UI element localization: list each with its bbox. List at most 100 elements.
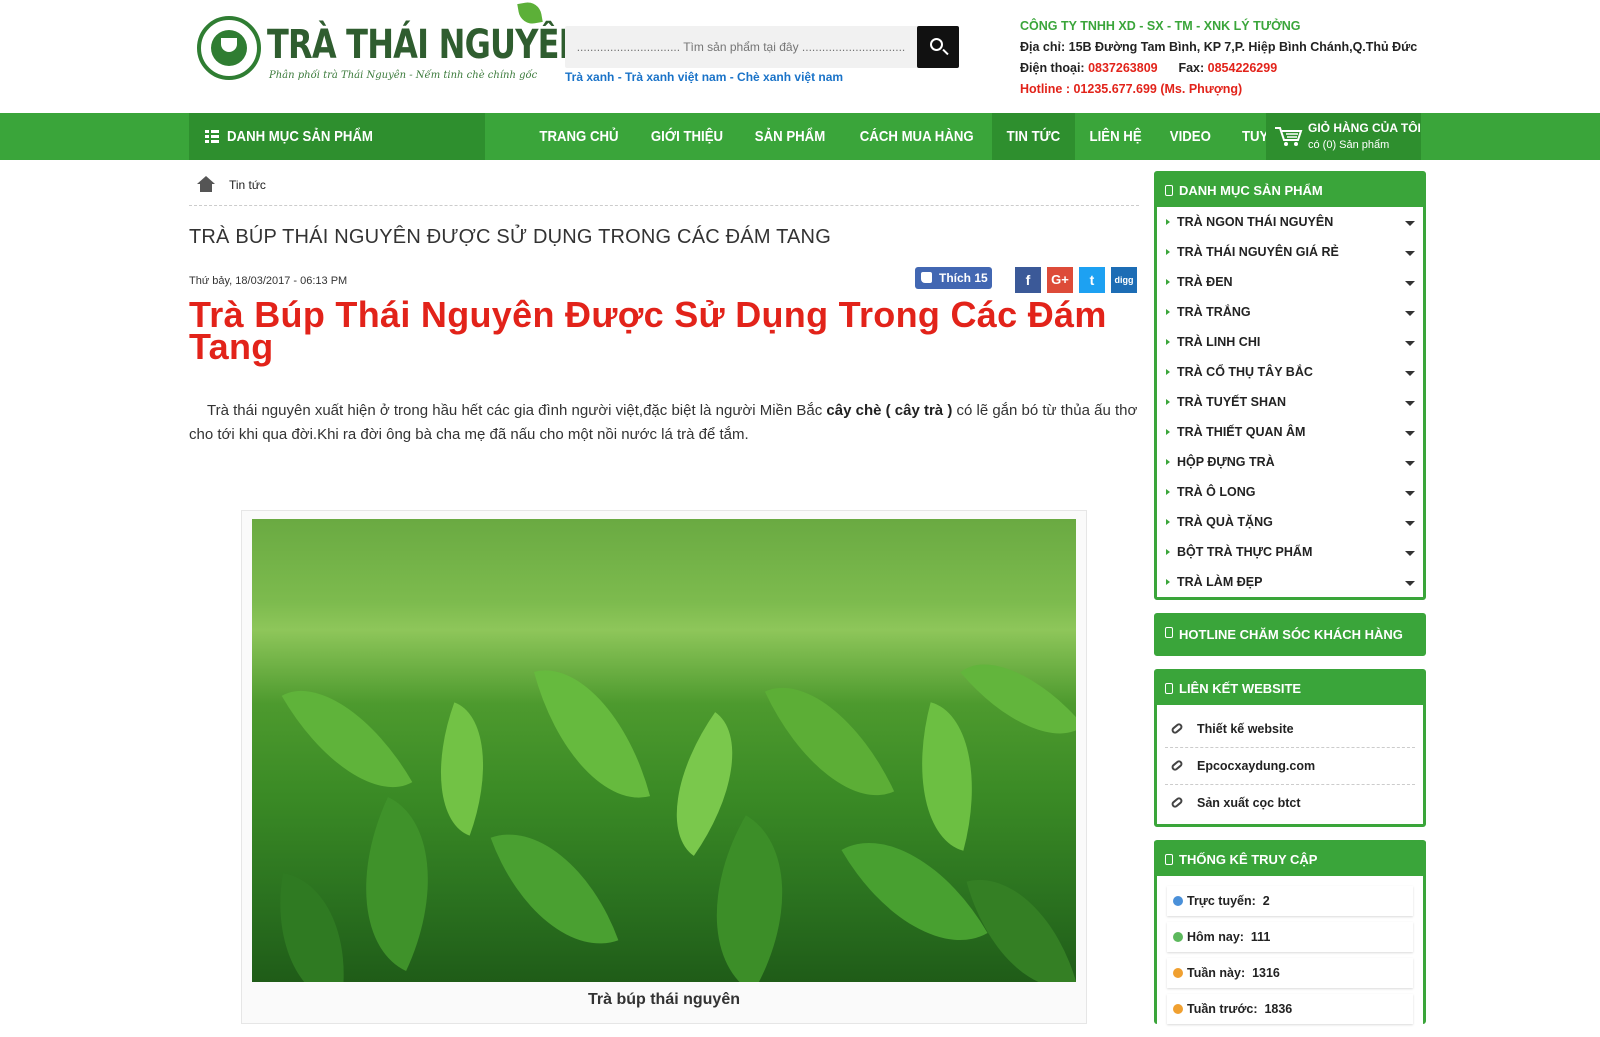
category-item[interactable]: HỘP ĐỰNG TRÀ (1157, 447, 1423, 477)
categories-title: DANH MỤC SẢN PHẨM (1157, 174, 1423, 207)
link-icon (1170, 795, 1184, 810)
nav-menu: TRANG CHỦ GIỚI THIỆU SẢN PHẨM CÁCH MUA H… (523, 113, 1346, 160)
nav-item-how-to-buy[interactable]: CÁCH MUA HÀNG (841, 113, 992, 160)
category-menu-button[interactable]: DANH MỤC SẢN PHẨM (189, 113, 485, 160)
chevron-down-icon[interactable] (1405, 371, 1415, 376)
link-item[interactable]: Epcocxaydung.com (1165, 748, 1415, 785)
category-item[interactable]: TRÀ CỔ THỤ TÂY BẮC (1157, 357, 1423, 387)
facebook-like-button[interactable]: Thích 15 (915, 267, 992, 289)
search-input[interactable] (565, 26, 917, 68)
chevron-down-icon[interactable] (1405, 281, 1415, 286)
link-item[interactable]: Thiết kế website (1165, 711, 1415, 748)
category-item[interactable]: TRÀ ĐEN (1157, 267, 1423, 297)
article-figure: Trà búp thái nguyên (241, 510, 1087, 1024)
tea-leaves-photo (252, 519, 1076, 982)
category-item[interactable]: BỘT TRÀ THỰC PHẨM (1157, 537, 1423, 567)
nav-item-products[interactable]: SẢN PHẨM (739, 113, 841, 160)
money-icon (1165, 683, 1173, 694)
home-icon[interactable] (197, 176, 215, 192)
cart-title: GIỎ HÀNG CỦA TÔI (1308, 121, 1421, 135)
nav-item-about[interactable]: GIỚI THIỆU (635, 113, 739, 160)
links-box: LIÊN KẾT WEBSITE Thiết kế website Epcocx… (1154, 669, 1426, 827)
search-icon (930, 38, 943, 51)
share-facebook-button[interactable]: f (1015, 267, 1041, 293)
share-twitter-button[interactable]: t (1079, 267, 1105, 293)
category-item[interactable]: TRÀ THIẾT QUAN ÂM (1157, 417, 1423, 447)
page-wrapper: TRÀ THÁI NGUYÊN Phân phối trà Thái Nguyê… (189, 0, 1421, 113)
hotline-box: HOTLINE CHĂM SÓC KHÁCH HÀNG (1154, 613, 1426, 656)
chevron-down-icon[interactable] (1405, 311, 1415, 316)
nav-item-video[interactable]: VIDEO (1156, 113, 1225, 160)
category-list: TRÀ NGON THÁI NGUYÊN TRÀ THÁI NGUYÊN GIÁ… (1157, 207, 1423, 597)
category-item[interactable]: TRÀ THÁI NGUYÊN GIÁ RẺ (1157, 237, 1423, 267)
category-menu-label: DANH MỤC SẢN PHẨM (227, 128, 373, 145)
breadcrumb: Tin tức (189, 160, 1139, 206)
logo-emblem-icon (197, 16, 261, 80)
site-header: TRÀ THÁI NGUYÊN Phân phối trà Thái Nguyê… (189, 0, 1421, 113)
categories-box: DANH MỤC SẢN PHẨM TRÀ NGON THÁI NGUYÊN T… (1154, 171, 1426, 600)
cart-count: có (0) Sản phẩm (1308, 139, 1390, 151)
link-item[interactable]: Sản xuất cọc btct (1165, 785, 1415, 822)
chevron-down-icon[interactable] (1405, 491, 1415, 496)
nav-item-home[interactable]: TRANG CHỦ (523, 113, 635, 160)
page-title: TRÀ BÚP THÁI NGUYÊN ĐƯỢC SỬ DỤNG TRONG C… (189, 226, 831, 248)
category-item[interactable]: TRÀ NGON THÁI NGUYÊN (1157, 207, 1423, 237)
hotline[interactable]: Hotline : 01235.677.699 (Ms. Phượng) (1020, 79, 1417, 100)
chevron-down-icon[interactable] (1405, 521, 1415, 526)
category-item[interactable]: TRÀ TUYẾT SHAN (1157, 387, 1423, 417)
chevron-down-icon[interactable] (1405, 251, 1415, 256)
chevron-down-icon[interactable] (1405, 461, 1415, 466)
category-item[interactable]: TRÀ LINH CHI (1157, 327, 1423, 357)
category-item[interactable]: TRÀ Ô LONG (1157, 477, 1423, 507)
stats-list: Trực tuyến: 2 Hôm nay: 111 Tuần này: 131… (1157, 876, 1423, 1024)
link-list: Thiết kế website Epcocxaydung.com Sản xu… (1157, 705, 1423, 824)
chevron-down-icon[interactable] (1405, 221, 1415, 226)
stats-box: THỐNG KÊ TRUY CẬP Trực tuyến: 2 Hôm nay:… (1154, 840, 1426, 1024)
search-button[interactable] (917, 26, 959, 68)
phone-label: Điện thoại: (1020, 61, 1085, 75)
company-contacts: Điện thoại: 0837263809 Fax: 0854226299 (1020, 58, 1417, 79)
site-logo[interactable]: TRÀ THÁI NGUYÊN Phân phối trà Thái Nguyê… (197, 0, 585, 88)
money-icon (1165, 854, 1173, 865)
chevron-down-icon[interactable] (1405, 431, 1415, 436)
stats-title: THỐNG KÊ TRUY CẬP (1157, 843, 1423, 876)
article-intro: Trà thái nguyên xuất hiện ở trong hầu hế… (189, 402, 1138, 443)
fax-number: 0854226299 (1207, 61, 1278, 75)
breadcrumb-item-news[interactable]: Tin tức (229, 178, 266, 192)
logo-title: TRÀ THÁI NGUYÊN (267, 22, 585, 68)
search-tags[interactable]: Trà xanh - Trà xanh việt nam - Chè xanh … (565, 70, 843, 84)
hotline-title[interactable]: HOTLINE CHĂM SÓC KHÁCH HÀNG (1157, 616, 1423, 653)
chevron-down-icon[interactable] (1405, 401, 1415, 406)
nav-item-news[interactable]: TIN TỨC (992, 113, 1076, 160)
fax-label: Fax: (1178, 61, 1205, 75)
category-item[interactable]: TRÀ TRẮNG (1157, 297, 1423, 327)
article-meta: Thứ bảy, 18/03/2017 - 06:13 PM Thích 15 … (189, 267, 1139, 311)
stat-today: Hôm nay: 111 (1167, 922, 1413, 952)
money-icon (1165, 185, 1173, 196)
money-icon (1165, 627, 1173, 638)
category-item[interactable]: TRÀ QUÀ TẶNG (1157, 507, 1423, 537)
chevron-down-icon[interactable] (1405, 341, 1415, 346)
sidebar: DANH MỤC SẢN PHẨM TRÀ NGON THÁI NGUYÊN T… (1154, 171, 1426, 1037)
user-icon (1173, 968, 1183, 978)
links-title: LIÊN KẾT WEBSITE (1157, 672, 1423, 705)
cart-button[interactable]: GIỎ HÀNG CỦA TÔI có (0) Sản phẩm (1266, 113, 1421, 160)
article-main: Tin tức TRÀ BÚP THÁI NGUYÊN ĐƯỢC SỬ DỤNG… (189, 160, 1139, 447)
main-nav: DANH MỤC SẢN PHẨM TRANG CHỦ GIỚI THIỆU S… (0, 113, 1600, 160)
chevron-down-icon[interactable] (1405, 551, 1415, 556)
search-bar (565, 26, 959, 68)
globe-icon (1173, 896, 1183, 906)
phone-number[interactable]: 0837263809 (1088, 61, 1158, 75)
chevron-down-icon[interactable] (1405, 581, 1415, 586)
logo-slogan: Phân phối trà Thái Nguyên - Nếm tinh chè… (269, 70, 538, 81)
article-date: Thứ bảy, 18/03/2017 - 06:13 PM (189, 275, 348, 287)
nav-item-contact[interactable]: LIÊN HỆ (1075, 113, 1156, 160)
company-info: CÔNG TY TNHH XD - SX - TM - XNK LÝ TƯỞNG… (1020, 16, 1417, 100)
stat-last-week: Tuần trước: 1836 (1167, 994, 1413, 1024)
stat-online: Trực tuyến: 2 (1167, 886, 1413, 916)
share-google-plus-button[interactable]: G+ (1047, 267, 1073, 293)
category-item[interactable]: TRÀ LÀM ĐẸP (1157, 567, 1423, 597)
share-digg-button[interactable]: digg (1111, 267, 1137, 293)
stat-this-week: Tuần này: 1316 (1167, 958, 1413, 988)
company-name: CÔNG TY TNHH XD - SX - TM - XNK LÝ TƯỞNG (1020, 19, 1301, 33)
